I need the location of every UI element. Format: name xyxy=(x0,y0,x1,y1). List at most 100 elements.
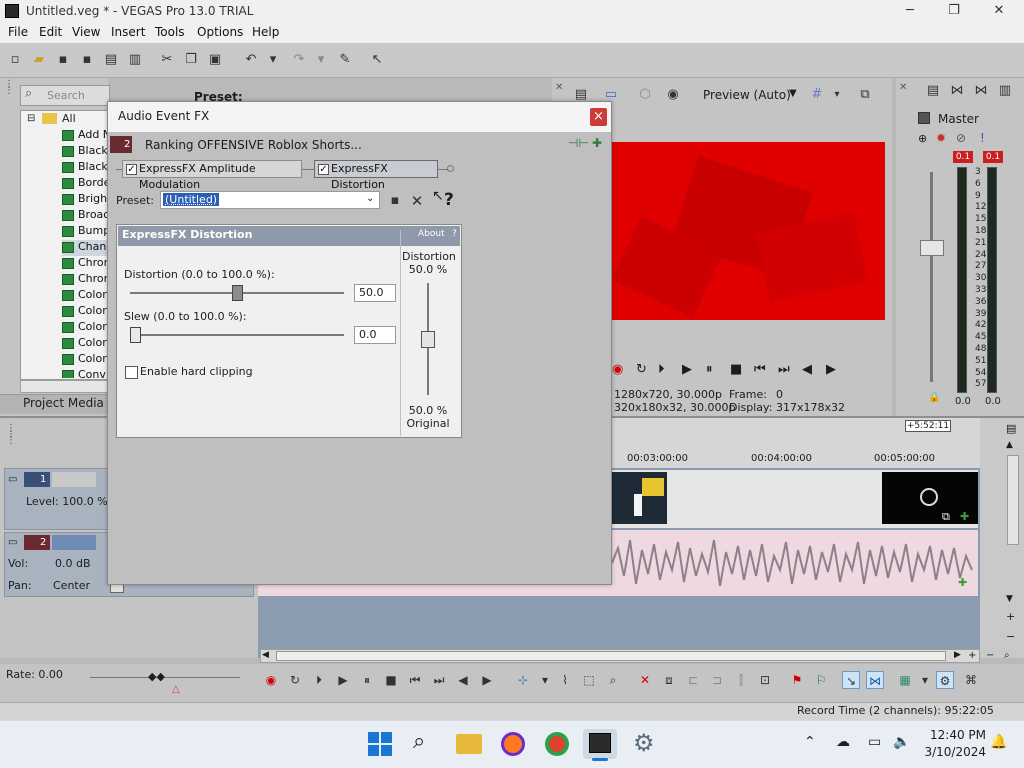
overlays-dropdown-icon[interactable]: ▾ xyxy=(828,86,846,104)
save-icon[interactable]: ▪ xyxy=(54,51,72,69)
search-taskbar-icon[interactable]: ⌕ xyxy=(413,729,425,754)
fx-bypass-icon[interactable]: ⬡ xyxy=(636,86,654,104)
play-button-icon[interactable]: ▶ xyxy=(334,671,352,689)
auto-crossfade-icon[interactable]: ⋈ xyxy=(866,671,884,689)
windows-start-icon[interactable] xyxy=(368,732,392,756)
open-folder-icon[interactable]: ▰ xyxy=(30,51,48,69)
hzoom-in-icon[interactable]: + xyxy=(968,650,976,661)
downmix-icon[interactable]: ⋈ xyxy=(948,82,966,100)
go-to-end-icon[interactable]: ⏭ xyxy=(778,362,790,377)
play-icon[interactable]: ▶ xyxy=(682,362,692,377)
master-fader-handle[interactable] xyxy=(920,240,944,256)
pause-icon[interactable]: ⏸ xyxy=(706,362,713,377)
hscroll-thumb[interactable] xyxy=(276,651,946,661)
rate-slider-handle[interactable]: ◆◆ xyxy=(148,670,165,683)
firefox-icon[interactable] xyxy=(501,732,525,756)
split-icon[interactable]: ⫿ xyxy=(732,671,750,689)
track-1-expand-icon[interactable]: ▭ xyxy=(8,474,17,485)
tree-item[interactable]: Broac xyxy=(62,208,109,224)
zoom-edit-tool-icon[interactable]: ⌕ xyxy=(604,671,622,689)
menu-file[interactable]: File xyxy=(8,25,28,39)
clock-date[interactable]: 3/10/2024 xyxy=(920,745,986,759)
chevron-down-icon[interactable]: ▼ xyxy=(789,88,797,99)
zoom-tool-icon[interactable]: ⌕ xyxy=(1004,650,1010,661)
record-preview-icon[interactable]: ◉ xyxy=(664,86,682,104)
display-icon[interactable]: ▭ xyxy=(868,734,881,750)
play-start-button-icon[interactable]: ⏵ xyxy=(310,671,328,689)
close-window-button[interactable]: ✕ xyxy=(985,2,1013,20)
render-icon[interactable]: ▤ xyxy=(102,51,120,69)
dialog-close-button[interactable]: × xyxy=(590,108,607,126)
envelope-tool-icon[interactable]: ⌇ xyxy=(556,671,574,689)
next-frame-icon[interactable]: ▶ xyxy=(826,362,836,377)
loop-button-icon[interactable]: ↻ xyxy=(286,671,304,689)
next-frame-button-icon[interactable]: ▶ xyxy=(478,671,496,689)
scroll-right-icon[interactable]: ▶ xyxy=(954,650,961,660)
menu-insert[interactable]: Insert xyxy=(111,25,145,39)
properties-icon[interactable]: ▥ xyxy=(126,51,144,69)
paste-icon[interactable]: ▣ xyxy=(206,51,224,69)
file-explorer-icon[interactable] xyxy=(456,734,482,754)
about-link[interactable]: About xyxy=(418,229,445,239)
lock-envelopes-icon[interactable]: ⌘ xyxy=(962,671,980,689)
plugin-chain-icon[interactable]: ⊣⊢ xyxy=(568,136,589,150)
tree-root-all[interactable]: All xyxy=(62,112,76,125)
undo-icon[interactable]: ↶ xyxy=(242,51,260,69)
menu-edit[interactable]: Edit xyxy=(39,25,62,39)
start-button-icon[interactable]: ⏮ xyxy=(406,671,424,689)
zoom-in-icon[interactable]: + xyxy=(1006,610,1015,623)
ripple-dropdown-icon[interactable]: ▾ xyxy=(916,671,934,689)
tree-item[interactable]: Bright xyxy=(62,192,111,208)
plugin-tree-hscrollbar[interactable] xyxy=(20,380,108,393)
slew-value-field[interactable]: 0.0 xyxy=(354,326,396,344)
loop-icon[interactable]: ↻ xyxy=(636,362,647,377)
tree-item[interactable]: Color xyxy=(62,288,107,304)
redo-dropdown-icon[interactable]: ▾ xyxy=(312,51,330,69)
master-solo-icon[interactable]: ! xyxy=(980,131,985,145)
notifications-icon[interactable]: 🔔 xyxy=(990,734,1007,750)
copy-icon[interactable]: ❐ xyxy=(182,51,200,69)
tree-collapse-icon[interactable]: ⊟ xyxy=(27,113,35,124)
save-as-icon[interactable]: ▪ xyxy=(78,51,96,69)
normal-edit-tool-icon[interactable]: ⊹ xyxy=(514,671,532,689)
redo-icon[interactable]: ↷ xyxy=(290,51,308,69)
trim-start-icon[interactable]: ⊏ xyxy=(684,671,702,689)
delete-icon[interactable]: ✕ xyxy=(636,671,654,689)
overlays-grid-icon[interactable]: # xyxy=(808,86,826,104)
tree-item[interactable]: Black xyxy=(62,144,108,160)
master-close-icon[interactable]: ✕ xyxy=(899,82,907,93)
mixer-icon[interactable]: ▥ xyxy=(996,82,1014,100)
track-2-name-field[interactable] xyxy=(52,535,96,550)
save-preset-icon[interactable]: ▪ xyxy=(386,192,404,210)
project-media-tab[interactable]: Project Media xyxy=(23,396,104,410)
chevron-up-icon[interactable]: ⌃ xyxy=(804,734,816,750)
master-automation-icon[interactable]: ⊕ xyxy=(918,132,927,145)
preview-quality-dropdown[interactable]: Preview (Auto) xyxy=(703,88,791,102)
cut-icon[interactable]: ✂ xyxy=(158,51,176,69)
prev-frame-button-icon[interactable]: ◀ xyxy=(454,671,472,689)
zoom-out-icon[interactable]: − xyxy=(1006,630,1015,643)
copy-snapshot-icon[interactable]: ⧉ xyxy=(856,86,874,104)
tree-item[interactable]: Color xyxy=(62,320,107,336)
play-from-start-icon[interactable]: ⏵ xyxy=(658,362,665,377)
record-icon[interactable]: ◉ xyxy=(612,362,623,377)
insert-marker-icon[interactable]: ⚑ xyxy=(788,671,806,689)
track-1-name-field[interactable] xyxy=(52,472,96,487)
enable-snapping-button-icon[interactable]: ⚙ xyxy=(936,671,954,689)
previous-frame-icon[interactable]: ◀ xyxy=(802,362,812,377)
audio-event-fx-icon[interactable]: ✚ xyxy=(958,576,967,589)
event-fx-icon[interactable]: ✚ xyxy=(960,510,969,523)
end-button-icon[interactable]: ⏭ xyxy=(430,671,448,689)
timeline-menu-icon[interactable]: ▤ xyxy=(1006,422,1016,435)
lock-icon[interactable]: ⊡ xyxy=(756,671,774,689)
whats-this-help-icon[interactable]: ↖ xyxy=(368,51,386,69)
delete-preset-icon[interactable]: ✕ xyxy=(408,192,426,210)
master-fx-icon[interactable]: ✹ xyxy=(936,131,946,145)
tree-item[interactable]: Color xyxy=(62,352,107,368)
auto-ripple-icon[interactable]: ↘ xyxy=(842,671,860,689)
preset-combobox[interactable]: (Untitled) xyxy=(160,191,380,209)
volume-muted-icon[interactable]: 🔈 xyxy=(893,734,910,750)
scroll-left-icon[interactable]: ◀ xyxy=(262,650,269,660)
amplitude-modulation-enabled-checkbox[interactable]: ✓ xyxy=(126,164,137,175)
network-icon[interactable]: ☁ xyxy=(836,734,850,750)
